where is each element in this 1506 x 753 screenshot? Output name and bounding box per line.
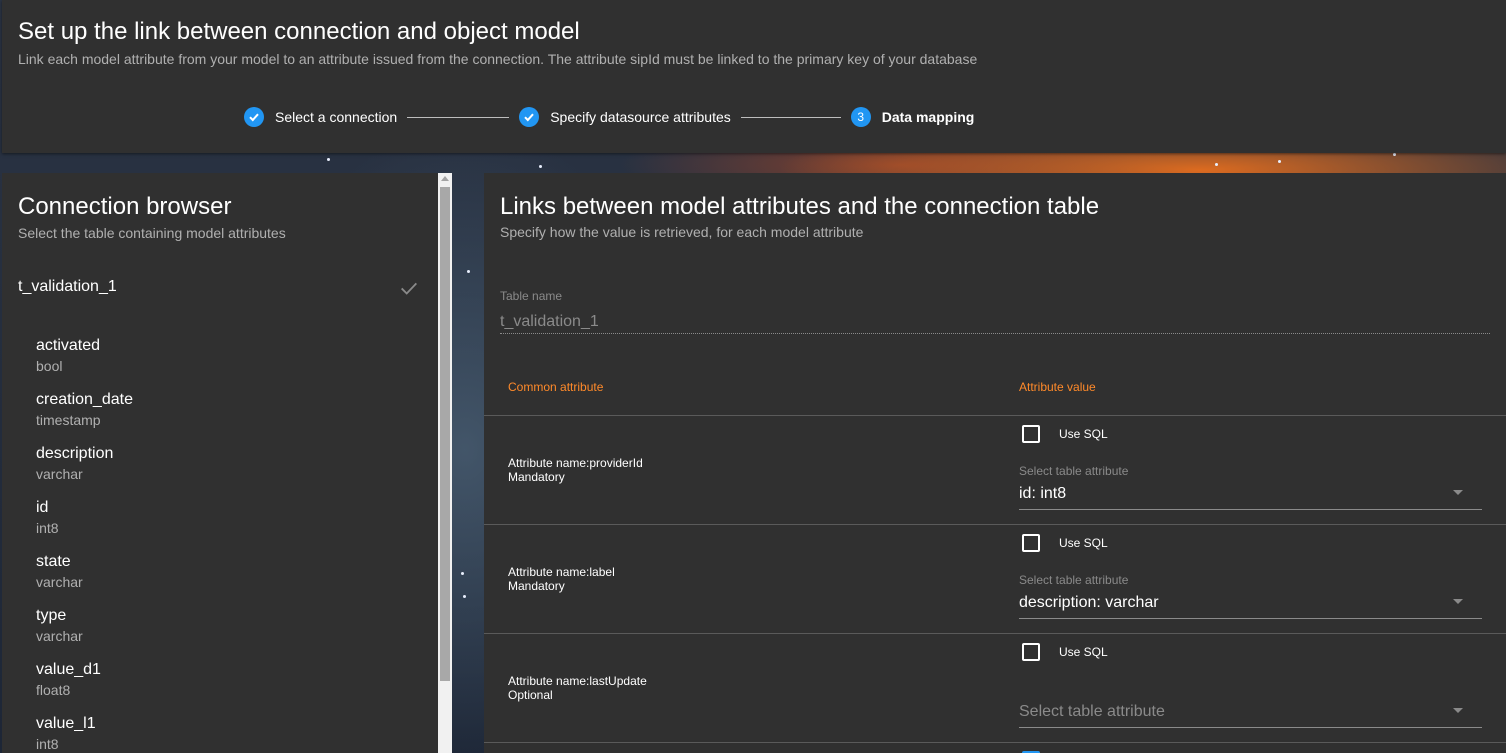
column-item[interactable]: value_l1 int8: [36, 714, 96, 753]
star: [461, 572, 464, 575]
page-title: Set up the link between connection and o…: [18, 18, 580, 45]
step-connector: [740, 116, 841, 118]
column-item[interactable]: activated bool: [36, 336, 100, 375]
scroll-up-arrow-icon[interactable]: [441, 176, 449, 181]
attribute-name: Attribute name:label Mandatory: [508, 565, 615, 593]
dropdown-arrow-icon[interactable]: [1453, 708, 1463, 713]
column-type: float8: [36, 682, 71, 698]
select-label: Select table attribute: [1019, 573, 1129, 587]
column-header-common: Common attribute: [508, 380, 604, 394]
column-type: int8: [36, 736, 59, 752]
use-sql-checkbox[interactable]: [1022, 425, 1040, 443]
check-circle-icon: [519, 107, 540, 127]
scrollbar-thumb[interactable]: [440, 187, 450, 681]
use-sql-checkbox[interactable]: [1022, 643, 1040, 661]
connection-browser-panel: Connection browser Select the table cont…: [2, 173, 452, 753]
star: [467, 270, 470, 273]
column-name: creation_date: [36, 391, 133, 408]
step-select-connection[interactable]: Select a connection: [244, 107, 397, 127]
step-connector: [407, 116, 510, 118]
table-attribute-select[interactable]: description: varchar: [1019, 594, 1159, 612]
column-item[interactable]: description varchar: [36, 444, 113, 483]
column-item[interactable]: creation_date timestamp: [36, 390, 133, 429]
panel-subtitle: Specify how the value is retrieved, for …: [500, 224, 864, 240]
star: [327, 158, 330, 161]
use-sql-checkbox[interactable]: [1022, 534, 1040, 552]
use-sql-label: Use SQL: [1059, 645, 1108, 659]
column-name: id: [36, 499, 49, 516]
star: [1393, 153, 1396, 156]
table-attribute-select[interactable]: id: int8: [1019, 485, 1066, 503]
select-underline: [1019, 509, 1482, 510]
scrollbar[interactable]: [438, 173, 452, 753]
divider: [484, 633, 1506, 634]
dropdown-arrow-icon[interactable]: [1453, 599, 1463, 604]
attribute-name-text: Attribute name:providerId: [508, 456, 643, 470]
table-name-underline: [500, 333, 1490, 334]
column-type: bool: [36, 358, 63, 374]
select-underline: [1019, 618, 1482, 619]
column-name: value_d1: [36, 661, 101, 678]
attribute-requirement: Optional: [508, 688, 553, 702]
step-label: Specify datasource attributes: [550, 109, 731, 125]
table-name-field: t_validation_1: [500, 313, 599, 330]
column-type: varchar: [36, 628, 83, 644]
star: [463, 595, 466, 598]
select-underline: [1019, 727, 1482, 728]
column-item[interactable]: value_d1 float8: [36, 660, 101, 699]
column-item[interactable]: state varchar: [36, 552, 83, 591]
step-label: Select a connection: [275, 109, 398, 125]
star: [539, 165, 542, 168]
stepper: Select a connection Specify datasource a…: [244, 106, 974, 128]
column-type: timestamp: [36, 412, 101, 428]
table-attribute-select[interactable]: Select table attribute: [1019, 703, 1165, 721]
divider: [484, 524, 1506, 525]
check-circle-icon: [244, 107, 264, 127]
select-label: Select table attribute: [1019, 464, 1129, 478]
attribute-name: Attribute name:lastUpdate Optional: [508, 674, 647, 702]
page-header: Set up the link between connection and o…: [2, 0, 1506, 153]
divider: [484, 742, 1506, 743]
column-name: state: [36, 553, 71, 570]
attribute-name-text: Attribute name:label: [508, 565, 615, 579]
table-name-label: Table name: [500, 289, 563, 303]
attribute-requirement: Mandatory: [508, 579, 565, 593]
step-number: 3: [850, 107, 871, 127]
attribute-name-text: Attribute name:lastUpdate: [508, 674, 647, 688]
column-item[interactable]: id int8: [36, 498, 59, 537]
table-list-item[interactable]: t_validation_1: [18, 278, 117, 296]
use-sql-label: Use SQL: [1059, 427, 1108, 441]
step-datasource-attributes[interactable]: Specify datasource attributes: [519, 107, 731, 127]
mapping-panel: Links between model attributes and the c…: [484, 173, 1506, 753]
column-name: description: [36, 445, 114, 462]
column-type: varchar: [36, 466, 83, 482]
checkmark-icon: [401, 282, 417, 295]
step-data-mapping[interactable]: 3 Data mapping: [850, 107, 975, 127]
column-name: activated: [36, 337, 101, 354]
column-item[interactable]: type varchar: [36, 606, 83, 645]
panel-title: Connection browser: [18, 193, 232, 220]
divider: [484, 415, 1506, 416]
star: [1215, 163, 1218, 166]
column-type: int8: [36, 520, 59, 536]
panel-subtitle: Select the table containing model attrib…: [18, 225, 286, 241]
column-name: value_l1: [36, 715, 96, 732]
page-subtitle: Link each model attribute from your mode…: [18, 51, 978, 67]
attribute-requirement: Mandatory: [508, 470, 565, 484]
step-label: Data mapping: [881, 109, 975, 125]
attribute-name: Attribute name:providerId Mandatory: [508, 456, 643, 484]
column-type: varchar: [36, 574, 83, 590]
use-sql-label: Use SQL: [1059, 536, 1108, 550]
panel-title: Links between model attributes and the c…: [500, 193, 1100, 220]
star: [1278, 160, 1281, 163]
dropdown-arrow-icon[interactable]: [1453, 490, 1463, 495]
column-name: type: [36, 607, 67, 624]
column-header-value: Attribute value: [1019, 380, 1096, 394]
